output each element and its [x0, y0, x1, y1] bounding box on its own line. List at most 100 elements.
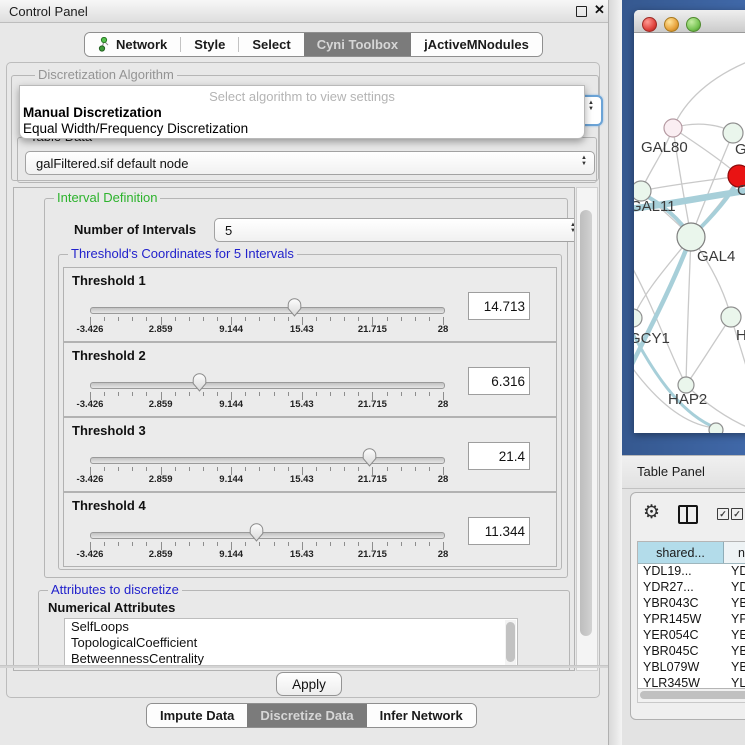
- node-label: GAL80: [641, 139, 688, 156]
- list-item[interactable]: TopologicalCoefficient: [65, 635, 517, 651]
- slider-thumb[interactable]: [192, 373, 207, 392]
- network-view-window[interactable]: GAL80 GA GAL11 C GAL4 GCY1 H HAP2: [634, 10, 745, 433]
- right-pane: GAL80 GA GAL11 C GAL4 GCY1 H HAP2 Table …: [622, 0, 745, 745]
- panel-title: Control Panel: [9, 4, 88, 19]
- slider-scale: -3.426 2.859 9.144 15.43 21.715 28: [90, 474, 443, 486]
- table-row[interactable]: YER054CYER0: [638, 628, 745, 644]
- close-traffic-light-icon[interactable]: [642, 17, 657, 32]
- slider-scale: -3.426 2.859 9.144 21.715 15.43 28: [90, 549, 443, 561]
- slider-track[interactable]: [90, 382, 445, 389]
- network-canvas[interactable]: GAL80 GA GAL11 C GAL4 GCY1 H HAP2: [634, 32, 745, 433]
- algorithm-placeholder: Select algorithm to view settings: [20, 89, 584, 104]
- zoom-traffic-light-icon[interactable]: [686, 17, 701, 32]
- list-scrollbar[interactable]: [505, 620, 516, 665]
- table-row[interactable]: YPR145WYPR1: [638, 612, 745, 628]
- close-icon[interactable]: ✕: [594, 2, 605, 18]
- combo-spinner-icon: ▲▼: [581, 155, 587, 167]
- slider-thumb[interactable]: [287, 298, 302, 317]
- threshold-4-value-input[interactable]: [468, 517, 530, 545]
- network-node[interactable]: [634, 309, 642, 327]
- threshold-4-label: Threshold 4: [72, 498, 146, 513]
- float-window-icon[interactable]: [576, 6, 587, 17]
- settings-scroll-panel: Interval Definition Number of Intervals …: [13, 187, 575, 671]
- numerical-attributes-label: Numerical Attributes: [48, 600, 175, 615]
- threshold-3-value-input[interactable]: [468, 442, 530, 470]
- option-equal-width-frequency[interactable]: Equal Width/Frequency Discretization: [23, 121, 248, 136]
- control-panel: Control Panel ✕ Network Style Select Cyn…: [0, 0, 608, 745]
- slider-track[interactable]: [90, 307, 445, 314]
- table-row[interactable]: YDR27...YDR2: [638, 580, 745, 596]
- threshold-3-section: Threshold 3 -3.426 2.859 9.144 15.43 21.…: [63, 417, 557, 492]
- table-row[interactable]: YBR045CYBR0: [638, 644, 745, 660]
- table-panel-title: Table Panel: [637, 464, 705, 479]
- table-row[interactable]: YBR043CYBR0: [638, 596, 745, 612]
- table-row[interactable]: YBL079WYBL0: [638, 660, 745, 676]
- divider-line: [0, 665, 608, 668]
- node-label: H: [736, 327, 745, 344]
- minimize-traffic-light-icon[interactable]: [664, 17, 679, 32]
- slider-thumb[interactable]: [362, 448, 377, 467]
- combo-spinner-icon: ▲▼: [588, 100, 594, 112]
- tab-impute-data[interactable]: Impute Data: [147, 704, 247, 727]
- network-window-titlebar[interactable]: [634, 10, 745, 33]
- table-data-combobox[interactable]: galFiltered.sif default node ▲▼: [25, 151, 595, 175]
- tab-style[interactable]: Style: [181, 33, 238, 56]
- node-label: GA: [735, 141, 745, 158]
- network-node[interactable]: [664, 119, 682, 137]
- apply-button[interactable]: Apply: [276, 672, 342, 696]
- slider-track[interactable]: [90, 457, 445, 464]
- column-header-shared-name[interactable]: shared...: [638, 542, 724, 563]
- attributes-group-label: Attributes to discretize: [48, 582, 182, 597]
- tab-jactivemnodules[interactable]: jActiveMNodules: [411, 33, 542, 56]
- combo-spinner-icon: ▲▼: [570, 222, 575, 234]
- checked-checkbox-icon[interactable]: ✓: [717, 508, 729, 520]
- node-label: GAL11: [634, 198, 676, 215]
- threshold-3-label: Threshold 3: [72, 423, 146, 438]
- settings-gear-icon[interactable]: ⚙: [643, 503, 660, 522]
- table-row[interactable]: YLR345WYLR3: [638, 676, 745, 689]
- threshold-4-section: Threshold 4 -3.426 2.859 9.144 21.715 15…: [63, 492, 557, 567]
- desktop-background: GAL80 GA GAL11 C GAL4 GCY1 H HAP2: [622, 0, 745, 455]
- network-node[interactable]: [721, 307, 741, 327]
- split-columns-icon[interactable]: [678, 505, 698, 524]
- cyni-toolbox-panel: Discretization Algorithm ▲▼ Select algor…: [6, 62, 600, 698]
- interval-definition-label: Interval Definition: [54, 190, 160, 205]
- discretization-algorithm-label: Discretization Algorithm: [35, 67, 177, 82]
- threshold-2-section: Threshold 2 -3.426 2.859 9.144 15.43 21.…: [63, 342, 557, 417]
- pane-splitter[interactable]: [608, 0, 623, 745]
- tab-network[interactable]: Network: [85, 33, 180, 56]
- tab-infer-network[interactable]: Infer Network: [367, 704, 476, 727]
- threshold-1-value-input[interactable]: [468, 292, 530, 320]
- table-panel: ⚙ ✓ ✓ shared... na YDL19...YDL1 YDR27...…: [630, 492, 745, 720]
- network-icon: [98, 37, 110, 52]
- network-node[interactable]: [677, 223, 705, 251]
- table-row[interactable]: YDL19...YDL1: [638, 564, 745, 580]
- checked-checkbox-icon[interactable]: ✓: [731, 508, 743, 520]
- threshold-2-value-input[interactable]: [468, 367, 530, 395]
- tab-cyni-toolbox[interactable]: Cyni Toolbox: [304, 33, 411, 56]
- network-node[interactable]: [723, 123, 743, 143]
- option-manual-discretization[interactable]: Manual Discretization: [23, 105, 162, 120]
- slider-scale: -3.426 2.859 9.144 15.43 21.715 28: [90, 399, 443, 411]
- thresholds-group: Threshold 1 -3.426 2.859 9.144 15.43 21.…: [58, 254, 562, 570]
- network-node[interactable]: [709, 423, 723, 433]
- algorithm-dropdown-popup: Select algorithm to view settings Manual…: [19, 85, 585, 139]
- tab-discretize-data[interactable]: Discretize Data: [247, 704, 366, 727]
- node-label: GAL4: [697, 248, 735, 265]
- tab-select[interactable]: Select: [239, 33, 303, 56]
- threshold-1-section: Threshold 1 -3.426 2.859 9.144 15.43 21.…: [63, 267, 557, 342]
- column-header-name[interactable]: na: [724, 542, 745, 563]
- threshold-2-label: Threshold 2: [72, 348, 146, 363]
- control-panel-tabs: Network Style Select Cyni Toolbox jActiv…: [84, 32, 543, 57]
- thresholds-group-label: Threshold's Coordinates for 5 Intervals: [68, 246, 297, 261]
- slider-scale: -3.426 2.859 9.144 15.43 21.715 28: [90, 324, 443, 336]
- cyni-bottom-tabs: Impute Data Discretize Data Infer Networ…: [146, 703, 477, 728]
- panel-scrollbar[interactable]: [576, 187, 598, 671]
- number-of-intervals-combobox[interactable]: 5 ▲▼: [214, 218, 575, 242]
- node-label: C: [737, 182, 745, 199]
- slider-track[interactable]: [90, 532, 445, 539]
- list-item[interactable]: SelfLoops: [65, 619, 517, 635]
- numerical-attributes-list[interactable]: SelfLoops TopologicalCoefficient Between…: [64, 618, 518, 667]
- slider-thumb[interactable]: [249, 523, 264, 542]
- table-horizontal-scrollbar[interactable]: [637, 689, 745, 703]
